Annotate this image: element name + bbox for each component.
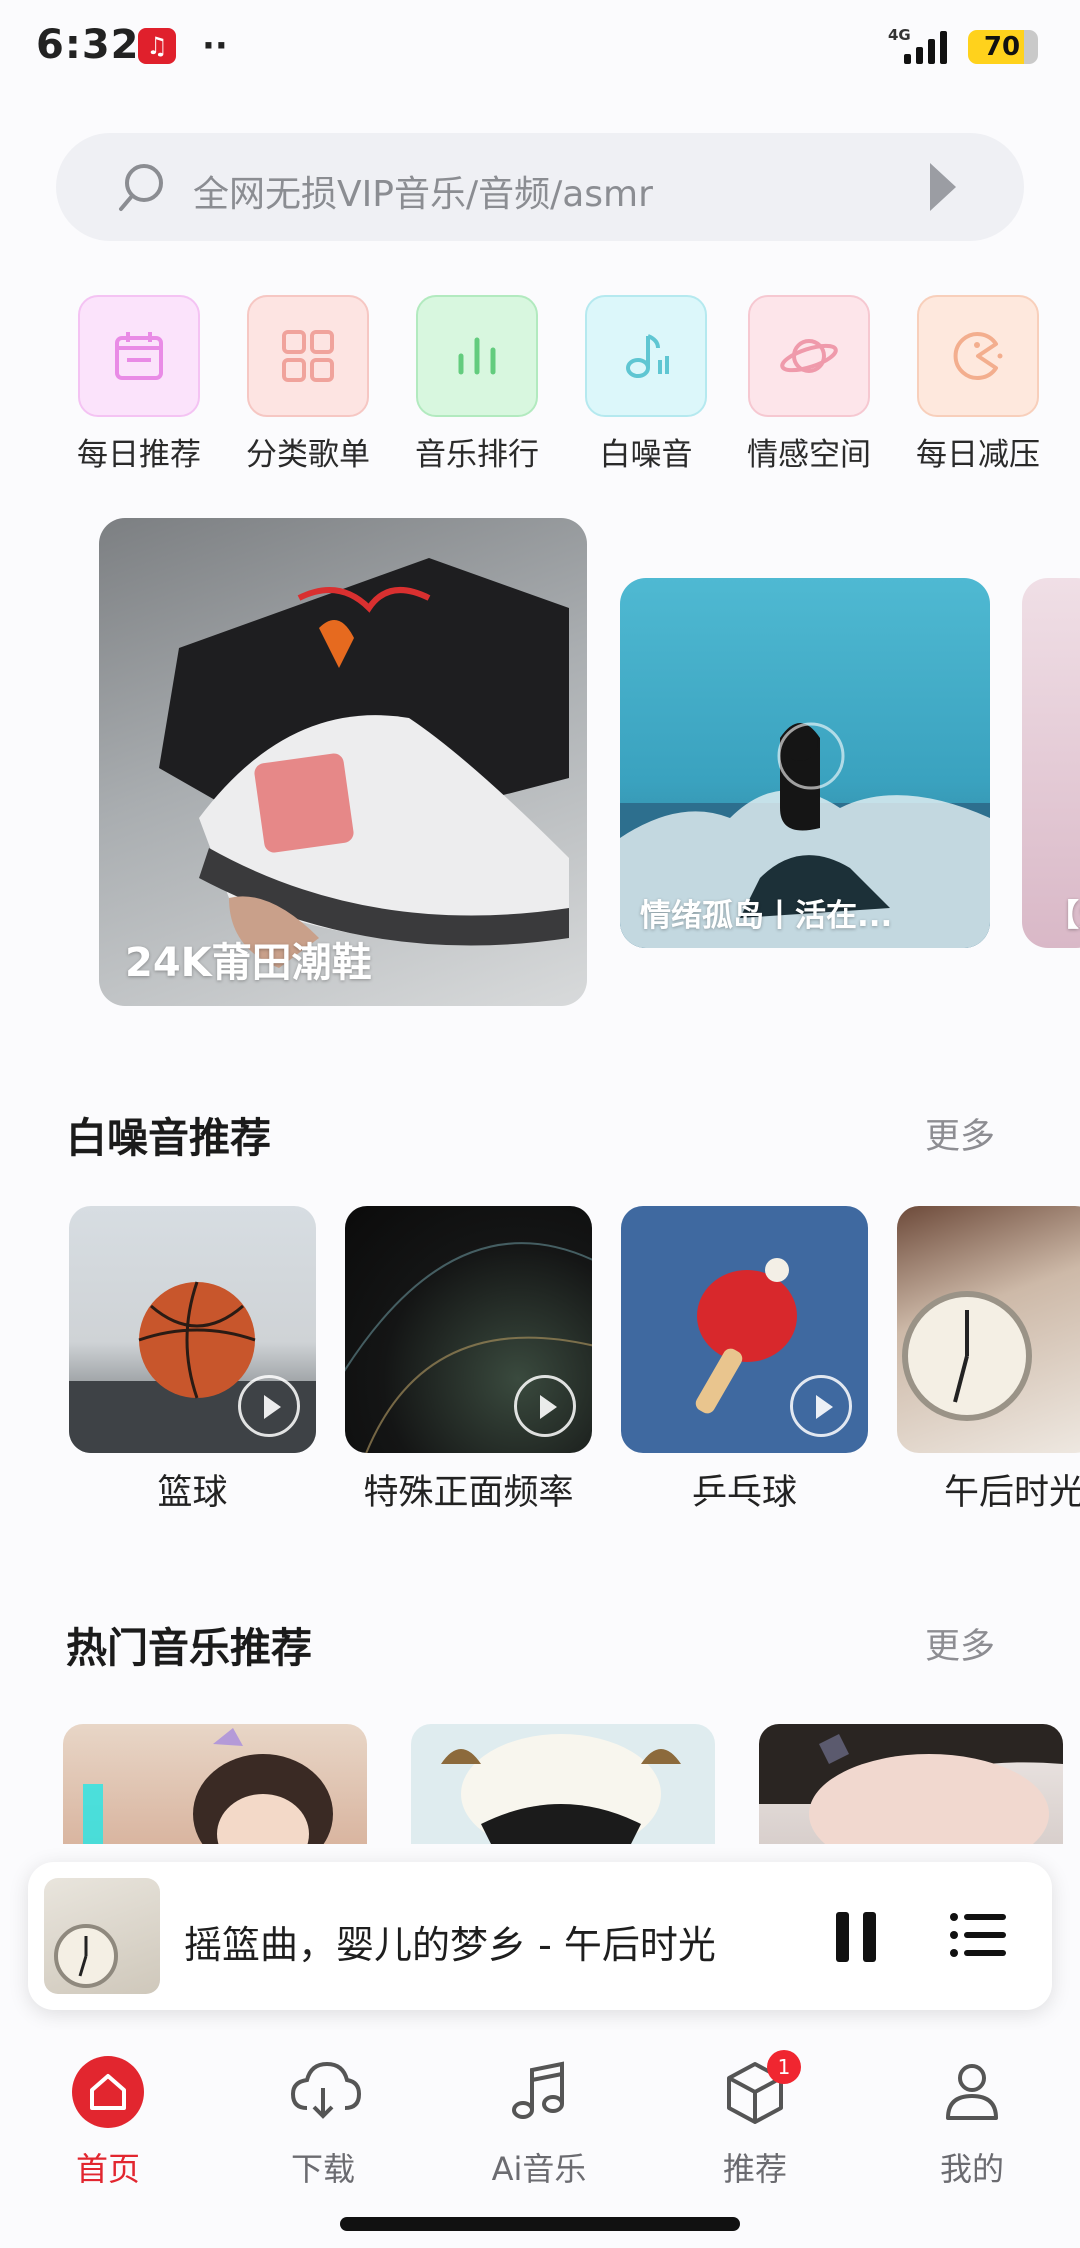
hot-music-card[interactable]: [759, 1724, 1063, 1844]
category-white-noise[interactable]: 白噪音: [583, 295, 709, 474]
chart-bars-icon: [416, 295, 538, 417]
pause-button[interactable]: [836, 1912, 882, 1962]
banner-title: 24K莆田潮鞋: [125, 940, 372, 986]
status-bar: 6:32 ♫ ·· 4G 70: [0, 0, 1080, 100]
battery-indicator: 70: [968, 30, 1038, 64]
planet-icon: [748, 295, 870, 417]
nav-tab-profile[interactable]: 我的: [897, 2054, 1047, 2190]
noise-card-basketball[interactable]: [69, 1206, 316, 1453]
banner-title: 情绪孤岛丨活在...: [640, 898, 893, 934]
music-note-icon: [501, 2054, 577, 2130]
hot-music-image: [759, 1724, 1063, 1844]
search-placeholder: 全网无损VIP音乐/音频/asmr: [193, 174, 653, 215]
nav-label: 首页: [75, 2150, 140, 2188]
nav-label: Ai音乐: [491, 2150, 587, 2188]
noise-card-ping-pong[interactable]: [621, 1206, 868, 1453]
play-icon[interactable]: [514, 1375, 576, 1437]
nav-label: 下载: [290, 2150, 355, 2188]
category-playlists[interactable]: 分类歌单: [245, 295, 371, 474]
hot-music-more-link[interactable]: 更多: [925, 1618, 995, 1669]
noise-card-frequency[interactable]: [345, 1206, 592, 1453]
nav-label: 推荐: [722, 2150, 787, 2188]
grid-icon: [247, 295, 369, 417]
battery-level: 70: [983, 32, 1021, 62]
category-label: 分类歌单: [246, 437, 370, 473]
playlist-icon[interactable]: [950, 1912, 1006, 1958]
player-album-art[interactable]: [44, 1878, 160, 1994]
clock-image: [54, 1924, 118, 1988]
hot-music-card[interactable]: [411, 1724, 715, 1844]
home-indicator[interactable]: [340, 2217, 740, 2231]
banner-card[interactable]: 情绪孤岛丨活在...: [620, 578, 990, 948]
mini-player[interactable]: 摇篮曲，婴儿的梦乡 - 午后时光: [28, 1862, 1052, 2010]
noise-label: 乒乓球: [691, 1473, 797, 1513]
nav-tab-recommend[interactable]: 1 推荐: [680, 2050, 830, 2190]
category-emotion-space[interactable]: 情感空间: [746, 295, 872, 474]
nav-label: 我的: [939, 2150, 1004, 2188]
notification-badge: 1: [767, 2050, 801, 2084]
nav-tab-ai-music[interactable]: Ai音乐: [464, 2054, 614, 2190]
nav-tab-download[interactable]: 下载: [248, 2054, 398, 2190]
play-arrow-icon[interactable]: [930, 163, 956, 211]
home-icon: [70, 2054, 146, 2130]
nav-tab-home[interactable]: 首页: [33, 2054, 183, 2190]
box-icon: 1: [717, 2050, 801, 2130]
banner-card[interactable]: 【爱: [1022, 578, 1080, 948]
more-notifications-icon: ··: [202, 26, 228, 66]
clock-image: [902, 1291, 1032, 1421]
cloud-download-icon: [285, 2054, 362, 2130]
section-title-white-noise: 白噪音推荐: [66, 1114, 271, 1162]
music-note-icon: [585, 295, 707, 417]
category-daily-recommend[interactable]: 每日推荐: [76, 295, 202, 474]
bottom-nav: 首页 下载 Ai音乐 1 推荐 我的: [0, 2030, 1080, 2248]
signal-icon: [904, 31, 947, 64]
white-noise-more-link[interactable]: 更多: [925, 1108, 995, 1159]
hot-music-image: [441, 1734, 681, 1844]
pacman-icon: [917, 295, 1039, 417]
hot-music-card[interactable]: [63, 1724, 367, 1844]
search-icon: [119, 164, 163, 211]
music-app-icon: ♫: [138, 28, 176, 64]
hot-music-image: [83, 1728, 333, 1844]
category-stress-relief[interactable]: 每日减压: [915, 295, 1041, 474]
category-label: 音乐排行: [415, 437, 539, 473]
play-icon[interactable]: [238, 1375, 300, 1437]
category-music-chart[interactable]: 音乐排行: [414, 295, 540, 474]
status-time: 6:32: [36, 22, 140, 68]
calendar-icon: [78, 295, 200, 417]
user-icon: [934, 2054, 1010, 2130]
banner-card[interactable]: 24K莆田潮鞋: [99, 518, 587, 1006]
section-title-hot-music: 热门音乐推荐: [66, 1624, 312, 1672]
category-label: 每日减压: [916, 437, 1040, 473]
noise-label: 篮球: [157, 1473, 228, 1513]
category-label: 白噪音: [599, 437, 693, 473]
noise-label: 午后时光: [944, 1473, 1080, 1513]
category-label: 每日推荐: [77, 437, 201, 473]
player-track-title: 摇篮曲，婴儿的梦乡 - 午后时光: [184, 1923, 716, 1967]
noise-card-afternoon[interactable]: [897, 1206, 1080, 1453]
noise-label: 特殊正面频率: [363, 1473, 574, 1513]
category-label: 情感空间: [747, 437, 871, 473]
search-bar[interactable]: 全网无损VIP音乐/音频/asmr: [56, 133, 1024, 241]
play-icon[interactable]: [790, 1375, 852, 1437]
banner-title: 【爱: [1048, 898, 1080, 934]
